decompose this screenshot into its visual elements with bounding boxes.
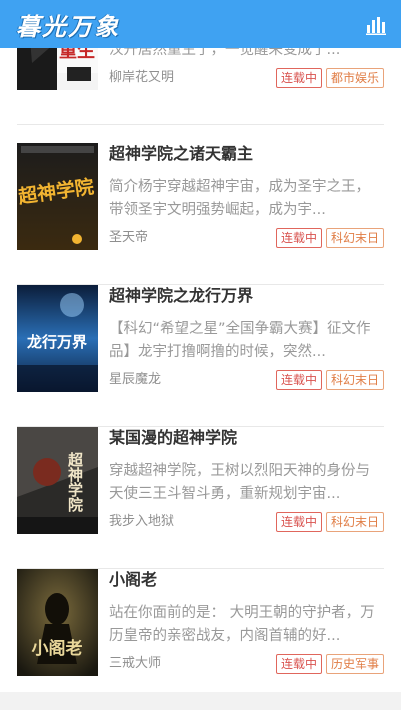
book-item[interactable]: 超神学院 超神学院之诸天霸主 简介杨宇穿越超神宇宙，成为圣宇之王，带领圣宇文明强… — [17, 143, 384, 285]
book-item[interactable]: 超神学院 某国漫的超神学院 穿越超神学院，王树以烈阳天神的身份与天使三王斗智斗勇… — [17, 427, 384, 569]
book-tags: 连载中 科幻末日 — [275, 512, 384, 532]
book-author: 三戒大师 — [109, 656, 162, 671]
book-author: 我步入地狱 — [109, 514, 175, 529]
ranking-bars-icon[interactable] — [365, 13, 387, 35]
status-badge: 连载中 — [275, 654, 322, 674]
book-cover[interactable]: 龙行万界 — [17, 285, 98, 392]
book-cover[interactable]: 小阁老 — [17, 569, 98, 676]
book-cover[interactable]: 超神学院 — [17, 143, 98, 250]
status-badge: 连载中 — [275, 228, 322, 248]
book-list: 重生 万万没想到，在去请英一语日本导弹的陈汉升居然重生了，一觉醒来变成了... … — [0, 0, 401, 692]
book-author: 星辰魔龙 — [109, 372, 162, 387]
book-description: 穿越超神学院，王树以烈阳天神的身份与天使三王斗智斗勇，重新规划宇宙... — [109, 463, 370, 502]
cover-title: 龙行万界 — [26, 333, 87, 351]
app-logo[interactable]: 暮光万象 — [16, 7, 120, 42]
genre-badge: 历史军事 — [325, 654, 384, 674]
genre-badge: 科幻末日 — [325, 228, 384, 248]
book-tags: 连载中 历史军事 — [275, 654, 384, 674]
book-tags: 连载中 科幻末日 — [275, 370, 384, 390]
book-author: 圣天帝 — [109, 230, 149, 245]
book-description: 站在你面前的是： 大明王朝的守护者，万历皇帝的亲密战友，内阁首辅的好... — [109, 605, 375, 644]
status-badge: 连载中 — [275, 370, 322, 390]
book-item[interactable]: 龙行万界 超神学院之龙行万界 【科幻“希望之星”全国争霸大赛】征文作品】龙宇打撸… — [17, 285, 384, 427]
book-cover[interactable]: 超神学院 — [17, 427, 98, 534]
status-badge: 连载中 — [275, 68, 322, 88]
app-header: 暮光万象 — [0, 0, 401, 48]
book-description: 简介杨宇穿越超神宇宙，成为圣宇之王，带领圣宇文明强势崛起，成为宇... — [109, 179, 370, 218]
book-tags: 连载中 都市娱乐 — [275, 68, 384, 88]
genre-badge: 科幻末日 — [325, 370, 384, 390]
genre-badge: 科幻末日 — [325, 512, 384, 532]
genre-badge: 都市娱乐 — [325, 68, 384, 88]
cover-title: 超神学院 — [66, 451, 84, 513]
book-title[interactable]: 超神学院之诸天霸主 — [109, 143, 384, 165]
book-title[interactable]: 超神学院之龙行万界 — [109, 285, 384, 307]
book-author: 柳岸花又明 — [109, 70, 175, 85]
book-description: 【科幻“希望之星”全国争霸大赛】征文作品】龙宇打撸啊撸的时候，突然... — [109, 321, 371, 360]
book-tags: 连载中 科幻末日 — [275, 228, 384, 248]
book-item[interactable]: 小阁老 小阁老 站在你面前的是： 大明王朝的守护者，万历皇帝的亲密战友，内阁首辅… — [17, 569, 384, 692]
book-title[interactable]: 某国漫的超神学院 — [109, 427, 384, 449]
cover-title: 小阁老 — [32, 638, 83, 659]
status-badge: 连载中 — [275, 512, 322, 532]
book-title[interactable]: 小阁老 — [109, 569, 384, 591]
